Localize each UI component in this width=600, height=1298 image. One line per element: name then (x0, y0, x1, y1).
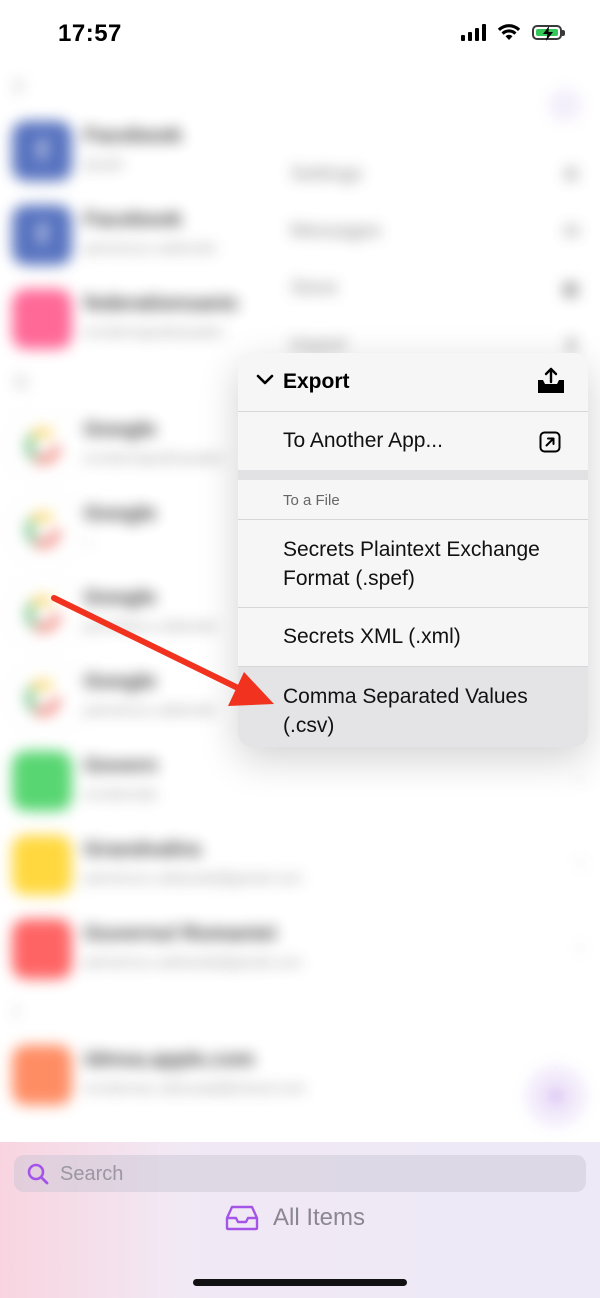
section-letter: F (14, 78, 25, 98)
app-icon (12, 835, 72, 895)
section-letter: I (14, 1002, 20, 1022)
item-subtitle: petrulrusu.valetsulat@gmail.com (84, 870, 302, 887)
list-item[interactable]: Guvernul Romaniei petrulrusu.valetsulat@… (12, 916, 592, 986)
item-title: federationsanic (84, 292, 240, 315)
facebook-icon: f (12, 205, 72, 265)
item-title: Govern (84, 754, 158, 777)
to-another-app-item[interactable]: To Another App... (238, 412, 588, 470)
list-item[interactable]: Govern evrslenrale › (12, 748, 592, 818)
chevron-right-icon: › (577, 852, 584, 874)
item-title: Facebook (84, 208, 183, 231)
google-icon (12, 499, 74, 561)
chevron-down-icon (256, 374, 274, 385)
search-icon (27, 1163, 49, 1185)
status-time: 17:57 (58, 20, 122, 47)
background-menu-item: Settings ⚙ (290, 163, 580, 186)
menu-item-label: (.csv) (283, 714, 335, 737)
search-field[interactable] (14, 1155, 586, 1192)
apple-icon (12, 1045, 72, 1105)
item-subtitle: – (84, 534, 93, 551)
google-icon (12, 583, 74, 645)
item-title: Google (84, 586, 157, 609)
background-menu-item: Store ▣ (290, 277, 580, 300)
home-indicator[interactable] (193, 1279, 407, 1286)
menu-item-label: To Another App... (283, 429, 443, 452)
item-title: Google (84, 670, 157, 693)
chevron-right-icon: › (577, 936, 584, 958)
menu-item-label: Format (.spef) (283, 567, 415, 590)
section-separator (238, 470, 588, 480)
all-items-label: All Items (273, 1204, 366, 1231)
bottom-toolbar: All Items (0, 1142, 600, 1298)
chevron-right-icon: › (577, 768, 584, 790)
export-menu-title: Export (283, 370, 350, 393)
item-title: Google (84, 502, 157, 525)
item-title: Grandvalira (84, 838, 201, 861)
export-menu: Export To Another App... To a File Secre… (238, 353, 588, 747)
list-item[interactable]: idmsa.apple.com evrslenrau.ralssuaal@icl… (12, 1042, 592, 1112)
item-subtitle: ţaxaiir (84, 156, 125, 173)
item-subtitle: evrslenrau.ralssuaal@icloud.com (84, 1080, 306, 1097)
app-icon (12, 919, 72, 979)
add-icon (548, 88, 582, 122)
section-header-to-a-file: To a File (238, 480, 588, 519)
item-title: Guvernul Romaniei (84, 922, 277, 945)
background-menu: Settings ⚙ Messages ✉ Store ▣ Import ⬇ (290, 146, 580, 374)
menu-item-label: Secrets XML (.xml) (283, 625, 461, 648)
google-icon (12, 667, 74, 729)
item-title: Facebook (84, 124, 183, 147)
arrow-up-right-box-icon (539, 431, 561, 453)
item-subtitle: pernnkreu.voltewsle (84, 618, 218, 635)
message-icon: ✉ (563, 221, 580, 243)
background-menu-item: Messages ✉ (290, 220, 580, 243)
item-subtitle: petrulrusu.valetrulet (84, 240, 216, 257)
google-icon (12, 415, 74, 477)
status-bar: 17:57 (0, 0, 600, 66)
app-icon (12, 751, 72, 811)
menu-item-label: Secrets Plaintext Exchange (283, 538, 540, 561)
add-button[interactable]: + (526, 1066, 586, 1126)
export-csv-item[interactable]: Comma Separated Values (.csv) (238, 667, 588, 747)
export-menu-header[interactable]: Export (238, 353, 588, 411)
tray-icon (225, 1205, 259, 1231)
item-subtitle: evrslenrale (84, 786, 158, 803)
gear-icon: ⚙ (562, 164, 580, 186)
cellular-signal-icon (461, 23, 486, 41)
item-subtitle: petrulrusu.valetrulet (84, 702, 216, 719)
export-xml-item[interactable]: Secrets XML (.xml) (238, 608, 588, 666)
item-title: idmsa.apple.com (84, 1048, 255, 1071)
store-icon: ▣ (561, 278, 580, 300)
status-icons (461, 23, 565, 41)
battery-icon (532, 24, 565, 41)
app-icon (12, 289, 72, 349)
facebook-icon: f (12, 121, 72, 181)
section-header-label: To a File (283, 492, 340, 509)
item-title: Google (84, 418, 157, 441)
item-subtitle: evrslenrapralnaualen (84, 324, 225, 341)
search-input[interactable] (58, 1159, 562, 1189)
menu-item-label: Comma Separated Values (283, 685, 528, 708)
item-subtitle: evrslenrapralnaualen (84, 450, 225, 467)
item-subtitle: petrulrusu.valetsulat@gmail.com (84, 954, 302, 971)
all-items-button[interactable]: All Items (225, 1204, 365, 1232)
section-letter: G (14, 372, 29, 392)
list-item[interactable]: Grandvalira petrulrusu.valetsulat@gmail.… (12, 832, 592, 902)
share-tray-icon (538, 367, 564, 393)
export-spef-item[interactable]: Secrets Plaintext Exchange Format (.spef… (238, 520, 588, 607)
wifi-icon (497, 24, 521, 40)
